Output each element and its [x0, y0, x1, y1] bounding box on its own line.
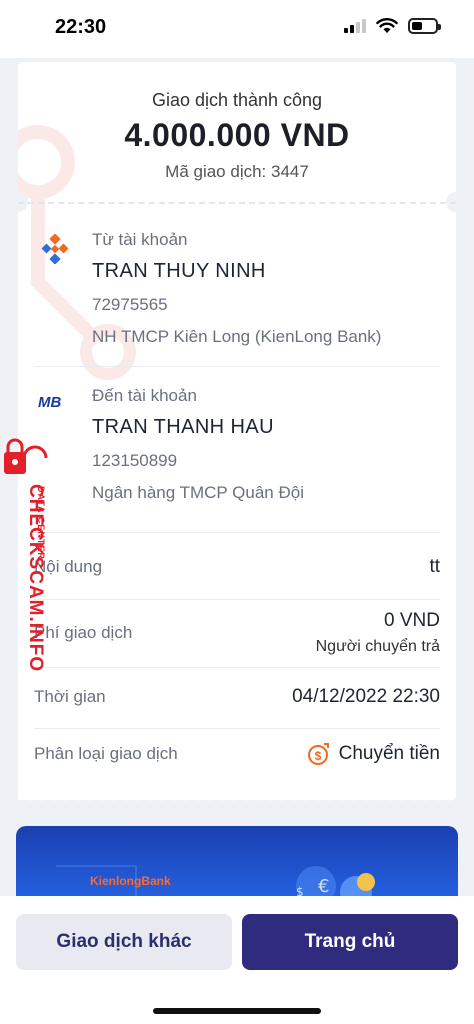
to-account-label: Đến tài khoản [92, 386, 197, 405]
type-value: Chuyển tiền [338, 743, 440, 764]
watermark-text: CHECKSCAM.INFO [25, 484, 46, 673]
bottom-action-bar: Giao dịch khác Trang chủ [0, 896, 474, 1024]
status-time: 22:30 [55, 16, 107, 38]
svg-text:€: € [318, 876, 329, 897]
row-divider [34, 599, 440, 600]
from-account-label: Từ tài khoản [92, 230, 188, 249]
fee-value: 0 VND [384, 610, 440, 631]
type-label: Phân loại giao dịch [34, 744, 178, 763]
transaction-amount: 4.000.000 VND [124, 117, 350, 153]
perforation-line [18, 202, 456, 204]
status-icons [344, 18, 441, 34]
wifi-icon [376, 18, 398, 33]
home-button[interactable]: Trang chủ [242, 914, 458, 970]
battery-icon [408, 18, 441, 34]
home-indicator [153, 1008, 321, 1014]
svg-text:$: $ [314, 749, 321, 763]
transaction-code-label: Mã giao dịch: [165, 162, 267, 181]
money-transfer-icon: $ [307, 743, 329, 765]
fee-payer: Người chuyển trả [315, 638, 440, 655]
account-divider [34, 366, 440, 367]
transaction-receipt: Giao dịch thành công 4.000.000 VND Mã gi… [18, 62, 456, 800]
mb-bank-logo-icon: MB [38, 394, 62, 411]
kienlong-bank-logo-icon [41, 234, 69, 264]
from-account: Từ tài khoản TRAN THUY NINH 72975565 NH … [34, 230, 440, 347]
receipt-zigzag-edge [18, 792, 456, 801]
time-value: 04/12/2022 22:30 [292, 686, 440, 707]
transaction-status: Giao dịch thành công [151, 90, 323, 110]
row-divider [34, 728, 440, 729]
receipt-header: Giao dịch thành công 4.000.000 VND Mã gi… [18, 62, 456, 182]
time-label: Thời gian [34, 687, 106, 706]
from-account-name: TRAN THUY NINH [92, 260, 266, 282]
transaction-code: Mã giao dịch: 3447 [18, 162, 456, 182]
from-account-number: 72975565 [92, 295, 168, 314]
to-account-bank: Ngân hàng TMCP Quân Đội [92, 483, 304, 502]
row-divider [34, 667, 440, 668]
checkscam-watermark: DATA CENTER CHECKSCAM.INFO [2, 438, 50, 672]
to-account: MB Đến tài khoản TRAN THANH HAU 12315089… [34, 386, 440, 503]
content-value: tt [429, 556, 440, 577]
transaction-code-value: 3447 [271, 162, 309, 181]
details-divider [34, 532, 440, 533]
other-transaction-button[interactable]: Giao dịch khác [16, 914, 232, 970]
from-account-bank: NH TMCP Kiên Long (KienLong Bank) [92, 327, 382, 346]
type-value-wrap: $ Chuyển tiền [307, 742, 440, 766]
to-account-number: 123150899 [92, 451, 178, 470]
to-account-name: TRAN THANH HAU [92, 416, 274, 438]
time-row: Thời gian 04/12/2022 22:30 [34, 686, 440, 708]
status-bar: 22:30 [0, 0, 474, 58]
cellular-signal-icon [344, 19, 366, 33]
banner-logo: KienlongBank [90, 874, 171, 888]
content-row: Nội dung tt [34, 556, 440, 578]
lock-icon [4, 438, 48, 474]
fee-row: Phí giao dịch 0 VND Người chuyển trả [34, 610, 440, 656]
type-row: Phân loại giao dịch $ Chuyển tiền [34, 742, 440, 766]
battery-level [412, 22, 422, 30]
